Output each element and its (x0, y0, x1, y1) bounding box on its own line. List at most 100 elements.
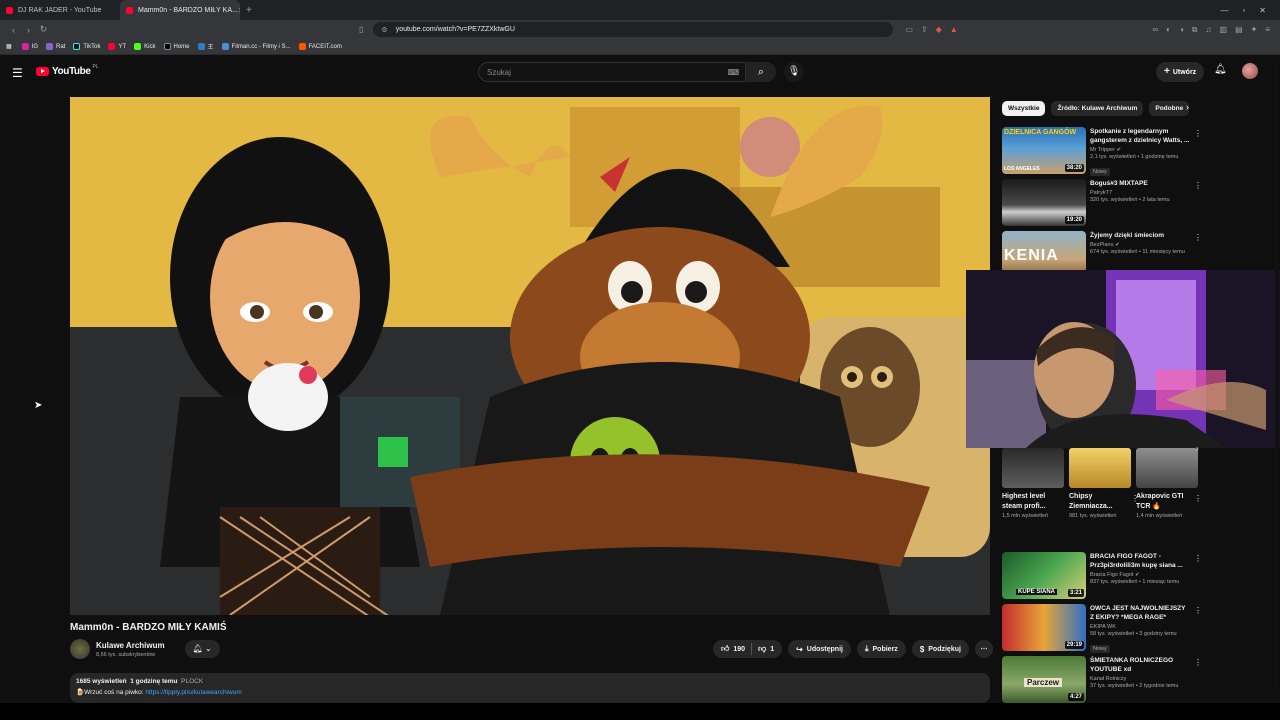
subscription-bell-button[interactable]: 🔔︎ ⌄ (184, 640, 220, 658)
video-title[interactable]: BRACIA FIGO FAGOT - Prz3pi3rdolili3m kup… (1090, 552, 1190, 570)
bookmark-tiktok[interactable]: TikTok (73, 43, 100, 50)
chevron-right-icon[interactable]: › (1196, 444, 1199, 453)
bookmark-icon[interactable]: ▯ (359, 25, 363, 34)
like-count[interactable]: 190 (733, 646, 745, 653)
more-actions-button[interactable]: ⋯ (974, 640, 993, 658)
scrollbar-thumb[interactable] (1275, 66, 1279, 686)
short-item[interactable]: Chipsy Ziemniacza... 981 tys. wyświetleń… (1069, 448, 1139, 520)
puzzle-icon[interactable]: ⧉ (1192, 25, 1198, 35)
bookmark-home[interactable]: Home (163, 43, 190, 50)
location-tag[interactable]: PLOCK (181, 678, 203, 685)
video-player[interactable] (70, 97, 990, 615)
bookmark-rat[interactable]: Rat (46, 43, 65, 50)
cast-icon[interactable]: ▭ (905, 25, 913, 34)
bookmark-faceit[interactable]: FACEIT.com (298, 43, 342, 50)
short-title[interactable]: Highest level steam profi... (1002, 492, 1064, 512)
recommended-video[interactable]: Parczew 4:27 ŚMIETANKA ROLNICZEGO YOUTUB… (1002, 656, 1202, 704)
channel-avatar[interactable] (70, 639, 90, 659)
back-icon[interactable]: ‹ (6, 25, 21, 35)
more-vertical-icon[interactable]: ⋮ (1194, 554, 1202, 563)
video-thumbnail[interactable]: 29:19 (1002, 604, 1086, 651)
recommended-video[interactable]: 19:20 Boguś#3 MIXTAPE PatrykT7 320 tys. … (1002, 179, 1202, 227)
video-title[interactable]: OWCA JEST NAJWOLNIEJSZY Z EKIPY? *MEGA R… (1090, 604, 1190, 622)
video-thumbnail[interactable]: KUPE SIANA 3:21 (1002, 552, 1086, 599)
channel-name[interactable]: Mr Tripper (1090, 147, 1115, 153)
more-vertical-icon[interactable]: ⋮ (1194, 494, 1202, 503)
recommended-video[interactable]: KUPE SIANA 3:21 BRACIA FIGO FAGOT - Prz3… (1002, 552, 1202, 600)
short-title[interactable]: Akrapovic GTI TCR 🔥 (1136, 492, 1198, 512)
hamburger-menu-icon[interactable]: ☰ (12, 66, 23, 80)
site-info-icon[interactable]: ⚙ (381, 26, 387, 34)
bookmark-kick[interactable]: Kick (134, 43, 156, 50)
tipply-link[interactable]: https://tipply.pl/u/kulawearchiwum (145, 689, 241, 696)
browser-tab[interactable]: DJ RAK JADER - YouTube (0, 0, 120, 20)
channel-name[interactable]: Kanał Rolniczy (1090, 676, 1190, 682)
thumbs-up-icon[interactable]: 👍︎ (721, 644, 729, 654)
user-avatar[interactable] (1242, 63, 1258, 79)
video-title[interactable]: Spotkanie z legendarnym gangsterem z dzi… (1090, 127, 1190, 145)
channel-name[interactable]: EKIPA WK (1090, 624, 1190, 630)
thanks-button[interactable]: $ Podziękuj (911, 640, 969, 658)
more-vertical-icon[interactable]: ⋮ (1194, 181, 1202, 190)
chip-related[interactable]: Podobne (1149, 101, 1190, 116)
new-tab-icon[interactable]: + (240, 5, 258, 16)
leo-icon[interactable]: ✦ (1251, 25, 1258, 35)
create-button[interactable]: + Utwórz (1156, 62, 1205, 82)
short-item[interactable]: Akrapovic GTI TCR 🔥 1,4 mln wyświetleń ⋮ (1136, 448, 1202, 520)
chip-source[interactable]: Źródło: Kulawe Archiwum (1051, 101, 1144, 116)
wallet-icon[interactable]: ▤ (1235, 25, 1243, 35)
video-thumbnail[interactable]: Parczew 4:27 (1002, 656, 1086, 703)
download-button[interactable]: ⤓ Pobierz (856, 640, 906, 658)
extension-icon[interactable]: ◑ (1179, 25, 1184, 35)
keyboard-icon[interactable]: ⌨ (727, 68, 739, 77)
page-scrollbar[interactable] (1274, 56, 1280, 700)
channel-name[interactable]: Bracia Figo Fagot (1090, 572, 1133, 578)
video-title[interactable]: ŚMIETANKA ROLNICZEGO YOUTUBE xd (1090, 656, 1190, 674)
channel-name[interactable]: BezPlanu (1090, 242, 1114, 248)
voice-search-button[interactable]: 🎙︎ (784, 62, 804, 82)
short-title[interactable]: Chipsy Ziemniacza... (1069, 492, 1131, 512)
chip-all[interactable]: Wszystkie (1002, 101, 1046, 116)
recommended-video[interactable]: DZIELNICA GANGÓW LOS ANGELES 38:20 Spotk… (1002, 127, 1202, 176)
channel-name[interactable]: PatrykT7 (1090, 190, 1190, 196)
video-thumbnail[interactable]: 19:20 (1002, 179, 1086, 226)
short-thumbnail[interactable] (1069, 448, 1131, 488)
share-icon[interactable]: ⇪ (921, 25, 928, 34)
more-vertical-icon[interactable]: ⋮ (1194, 606, 1202, 615)
minimize-icon[interactable]: — (1220, 6, 1228, 15)
search-button[interactable]: ⌕ (746, 62, 776, 82)
channel-name[interactable]: Kulawe Archiwum (96, 641, 165, 650)
sidebar-icon[interactable]: ▥ (1220, 25, 1228, 35)
extension-icon[interactable]: ◐ (1166, 25, 1171, 35)
video-title[interactable]: Boguś#3 MIXTAPE (1090, 179, 1190, 188)
browser-tab-active[interactable]: Mamm0n - BARDZO MIŁY KA...✕ (120, 0, 240, 20)
more-vertical-icon[interactable]: ⋮ (1194, 233, 1202, 242)
address-bar[interactable]: ⚙ youtube.com/watch?v=PE7ZZXktwGU (373, 22, 894, 37)
recommended-video[interactable]: 29:19 OWCA JEST NAJWOLNIEJSZY Z EKIPY? *… (1002, 604, 1202, 653)
maximize-icon[interactable]: ▫ (1242, 6, 1245, 15)
more-vertical-icon[interactable]: ⋮ (1194, 658, 1202, 667)
apps-icon[interactable]: ▦ (6, 43, 12, 50)
forward-icon[interactable]: › (21, 25, 36, 35)
youtube-logo[interactable]: YouTube PL (36, 64, 99, 77)
extension-icon[interactable]: ▲ (950, 25, 958, 34)
bookmark-filman[interactable]: Filman.cc - Filmy i S... (221, 43, 291, 50)
notifications-bell-icon[interactable]: 🔔︎ (1214, 64, 1227, 75)
bookmark-wang[interactable]: 王 (197, 42, 214, 51)
music-icon[interactable]: ♫ (1206, 25, 1212, 35)
extension-shield-icon[interactable]: ◆ (936, 25, 942, 34)
video-title[interactable]: Żyjemy dzięki śmieciom (1090, 231, 1190, 240)
bookmark-yt[interactable]: YT (108, 43, 126, 50)
close-window-icon[interactable]: ✕ (1259, 6, 1266, 15)
short-thumbnail[interactable] (1136, 448, 1198, 488)
vpn-icon[interactable]: ∞ (1152, 25, 1158, 35)
chevron-right-icon[interactable]: › (1186, 102, 1189, 112)
video-thumbnail[interactable]: DZIELNICA GANGÓW LOS ANGELES 38:20 (1002, 127, 1086, 174)
reload-icon[interactable]: ↻ (36, 24, 51, 35)
share-button[interactable]: ↪ Udostępnij (788, 640, 851, 658)
thumbs-down-icon[interactable]: 👎︎ (758, 644, 766, 654)
description-box[interactable]: 1685 wyświetleń 1 godzinę temu PLOCK 🍺Wr… (70, 673, 990, 703)
bookmark-ig[interactable]: IG (21, 43, 38, 50)
search-input[interactable]: Szukaj ⌨ (478, 62, 746, 82)
short-thumbnail[interactable] (1002, 448, 1064, 488)
